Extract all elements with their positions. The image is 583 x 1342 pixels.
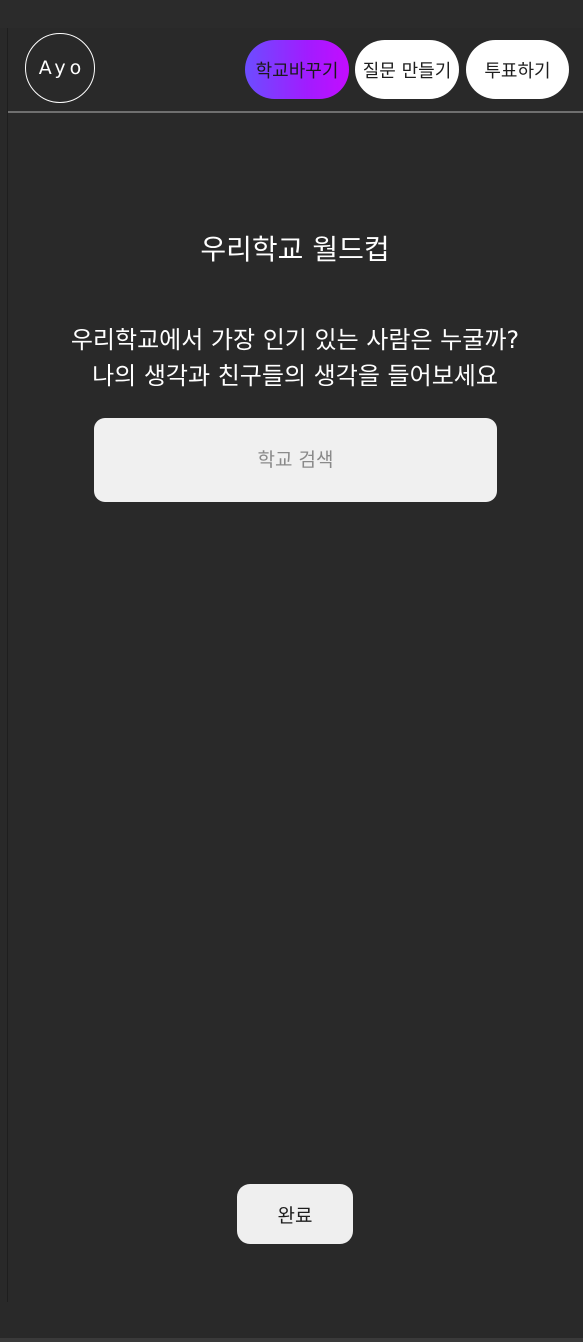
app-frame <box>0 0 583 1342</box>
logo[interactable]: Ayo <box>25 33 95 103</box>
done-button[interactable]: 완료 <box>237 1184 353 1244</box>
change-school-button[interactable]: 학교바꾸기 <box>245 40 349 99</box>
subtitle-line-1: 우리학교에서 가장 인기 있는 사람은 누굴까? <box>70 326 520 354</box>
school-search-input[interactable] <box>94 418 497 502</box>
vote-button[interactable]: 투표하기 <box>466 40 569 99</box>
top-bar-area <box>0 0 583 28</box>
bottom-border <box>0 1338 583 1342</box>
page-subtitle: 우리학교에서 가장 인기 있는 사람은 누굴까? 나의 생각과 친구들의 생각을… <box>0 322 583 394</box>
left-border <box>7 28 8 1302</box>
make-question-button[interactable]: 질문 만들기 <box>355 40 459 99</box>
header-divider <box>8 111 583 113</box>
page-title: 우리학교 월드컵 <box>200 233 390 266</box>
subtitle-line-2: 나의 생각과 친구들의 생각을 들어보세요 <box>92 362 498 390</box>
